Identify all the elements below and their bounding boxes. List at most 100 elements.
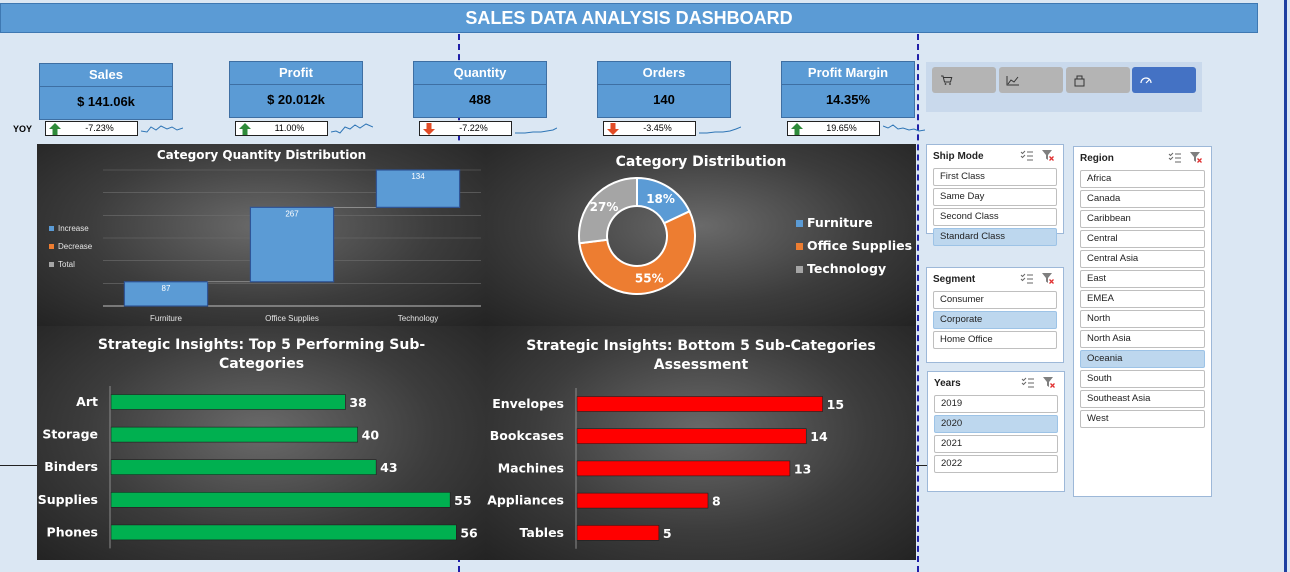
slicer-item[interactable]: EMEA	[1080, 290, 1205, 308]
waterfall-category-label: Office Supplies	[265, 314, 319, 323]
kpi-title: Profit Margin	[781, 61, 915, 85]
kpi-card-profit: Profit $ 20.012k	[229, 61, 363, 118]
bar-category-label: Phones	[47, 524, 98, 539]
waterfall-bar	[249, 206, 335, 283]
bar	[576, 525, 660, 541]
bar	[110, 459, 377, 475]
waterfall-category-label: Furniture	[150, 314, 183, 323]
kpi-yoy-value: -7.23%	[85, 123, 114, 133]
slicer-item[interactable]: Africa	[1080, 170, 1205, 188]
clear-filter-icon[interactable]	[1042, 376, 1056, 389]
nav-button-performance[interactable]	[1132, 67, 1196, 93]
slicer-item[interactable]: Home Office	[933, 331, 1057, 349]
slicer-item[interactable]: Same Day	[933, 188, 1057, 206]
bar	[110, 394, 346, 410]
slicer-item[interactable]: South	[1080, 370, 1205, 388]
donut-data-label: 55%	[635, 271, 664, 285]
kpi-yoy-box: 11.00%	[235, 121, 328, 136]
sparkline	[515, 127, 557, 134]
kpi-yoy-value: -7.22%	[459, 123, 488, 133]
slicer-title: Segment	[933, 274, 976, 285]
bar-category-label: Binders	[44, 459, 98, 474]
waterfall-data-label: 267	[285, 209, 299, 218]
slicer-item[interactable]: Consumer	[933, 291, 1057, 309]
waterfall-data-label: 134	[411, 172, 425, 181]
donut-legend-label: Technology	[807, 261, 886, 276]
slicer-item[interactable]: Corporate	[933, 311, 1057, 329]
donut-legend-label: Office Supplies	[807, 238, 912, 253]
slicer-title: Ship Mode	[933, 151, 984, 162]
sheet-border	[1284, 0, 1287, 572]
arrow-up-icon	[791, 123, 803, 135]
bar-category-label: Supplies	[38, 492, 98, 507]
bar-data-label: 40	[362, 428, 380, 443]
clear-filter-icon[interactable]	[1041, 149, 1055, 162]
arrow-up-icon	[49, 123, 61, 135]
slicer-item[interactable]: North Asia	[1080, 330, 1205, 348]
waterfall-category-label: Technology	[398, 314, 438, 323]
bar	[110, 492, 451, 508]
page-break-line	[917, 34, 919, 572]
bottom5-bar-chart: Envelopes 15 Bookcases 14 Machines 13 Applianc…	[487, 388, 844, 549]
slicer-item[interactable]: West	[1080, 410, 1205, 428]
top5-chart-panel: Strategic Insights: Top 5 Performing Sub…	[37, 326, 486, 560]
slicer-item[interactable]: Second Class	[933, 208, 1057, 226]
slicer-item[interactable]: Central Asia	[1080, 250, 1205, 268]
slicer-item[interactable]: North	[1080, 310, 1205, 328]
kpi-card-sales: Sales $ 141.06k	[39, 63, 173, 120]
kpi-value: 140	[597, 85, 731, 118]
nav-button-trend[interactable]	[999, 67, 1063, 93]
slicer-item[interactable]: 2020	[934, 415, 1058, 433]
nav-button-group	[926, 62, 1202, 112]
multi-select-icon[interactable]	[1020, 150, 1034, 162]
nav-button-products[interactable]	[1066, 67, 1130, 93]
slicer-item[interactable]: 2019	[934, 395, 1058, 413]
dashboard-canvas: SALES DATA ANALYSIS DASHBOARD Sales $ 141…	[0, 0, 1290, 572]
legend-swatch	[796, 243, 803, 250]
slicer-item[interactable]: Standard Class	[933, 228, 1057, 246]
slicer-item[interactable]: Caribbean	[1080, 210, 1205, 228]
slicer-item[interactable]: Canada	[1080, 190, 1205, 208]
arrow-down-icon	[607, 123, 619, 135]
multi-select-icon[interactable]	[1168, 152, 1182, 164]
slicer-item[interactable]: Central	[1080, 230, 1205, 248]
bar	[576, 492, 709, 509]
kpi-title: Sales	[39, 63, 173, 87]
donut-data-label: 18%	[646, 192, 675, 206]
bar-category-label: Machines	[498, 460, 564, 475]
kpi-title: Orders	[597, 61, 731, 85]
kpi-card-orders: Orders 140	[597, 61, 731, 118]
kpi-yoy-value: 19.65%	[826, 123, 857, 133]
top5-bar-chart: Art 38 Storage 40 Binders 43 Supplies 55 Phones 5…	[38, 386, 478, 549]
kpi-title: Quantity	[413, 61, 547, 85]
slicer-item[interactable]: 2021	[934, 435, 1058, 453]
bottom5-chart-panel: Strategic Insights: Bottom 5 Sub-Categor…	[486, 326, 916, 560]
bar	[576, 428, 807, 444]
nav-button-sales[interactable]	[932, 67, 996, 93]
waterfall-data-label: 87	[162, 284, 171, 293]
bar-data-label: 5	[663, 526, 672, 541]
slicer-item[interactable]: First Class	[933, 168, 1057, 186]
multi-select-icon[interactable]	[1020, 273, 1034, 285]
bar	[110, 524, 457, 541]
multi-select-icon[interactable]	[1021, 377, 1035, 389]
sparkline	[141, 125, 183, 133]
kpi-card-profit-margin: Profit Margin 14.35%	[781, 61, 915, 118]
bar-category-label: Appliances	[487, 493, 564, 508]
bar-data-label: 43	[380, 460, 397, 475]
kpi-value: $ 141.06k	[39, 87, 173, 120]
legend-swatch	[796, 266, 803, 273]
slicer-item[interactable]: East	[1080, 270, 1205, 288]
yoy-label: YOY	[13, 124, 33, 134]
bar-category-label: Storage	[42, 427, 98, 442]
box-icon	[1074, 75, 1085, 87]
bar-data-label: 55	[454, 493, 471, 508]
slicer-title: Region	[1080, 153, 1114, 164]
gridline-stub	[0, 465, 37, 466]
area-chart-icon	[1006, 76, 1019, 86]
slicer-item[interactable]: Southeast Asia	[1080, 390, 1205, 408]
slicer-item[interactable]: 2022	[934, 455, 1058, 473]
slicer-item[interactable]: Oceania	[1080, 350, 1205, 368]
clear-filter-icon[interactable]	[1189, 151, 1203, 164]
clear-filter-icon[interactable]	[1041, 272, 1055, 285]
